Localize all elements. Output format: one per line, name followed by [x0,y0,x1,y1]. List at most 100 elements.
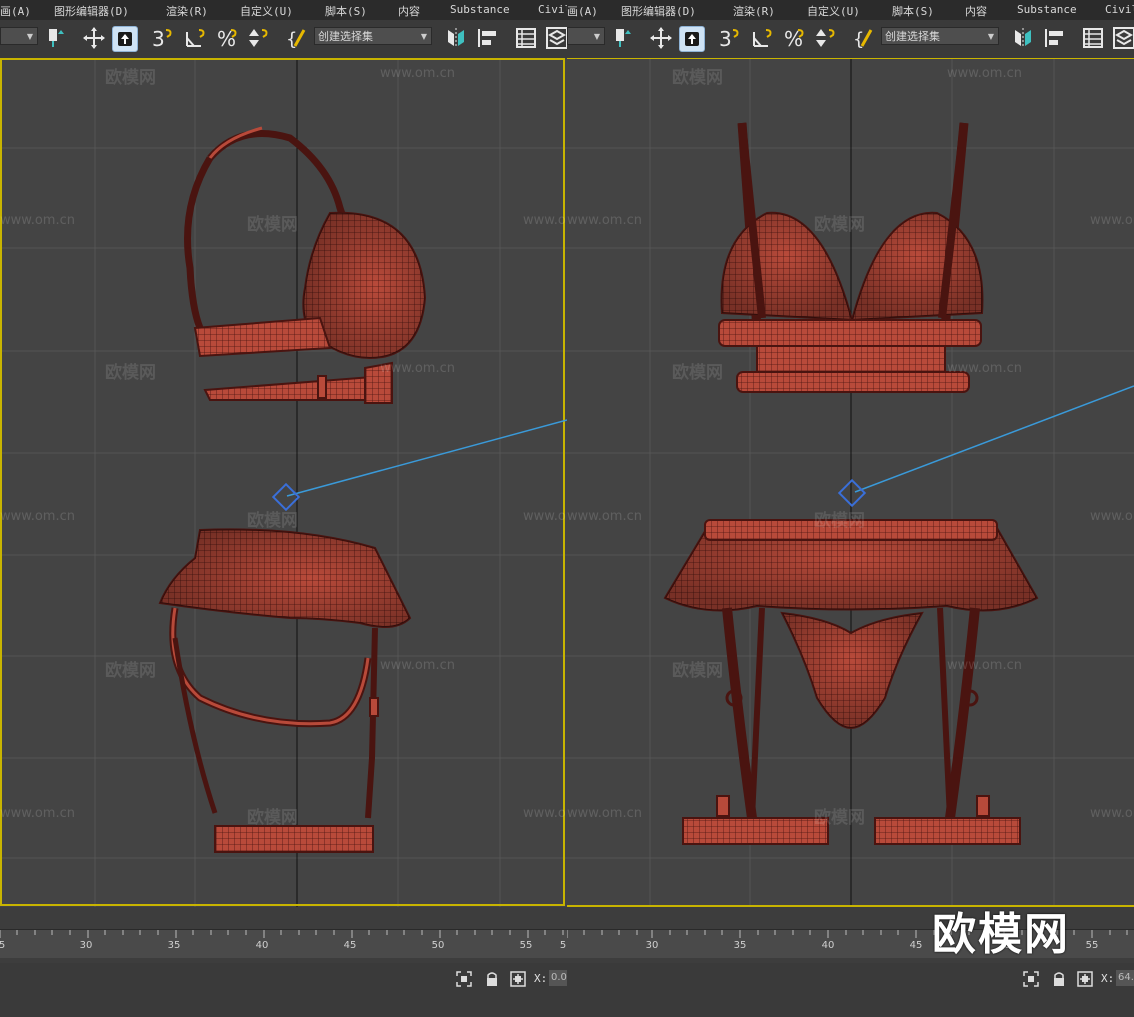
menu-item-customize[interactable]: 自定义(U) [240,3,293,19]
watermark-brand: 欧模网 [672,661,723,681]
mirror-icon[interactable] [444,26,468,50]
menu-item-graph-editors[interactable]: 图形编辑器(D) [621,3,696,19]
watermark-url: www.om.cn [380,361,455,376]
x-coordinate-field[interactable]: 64. [1116,970,1134,986]
watermark-url: www.om.cn [567,509,642,524]
select-object-icon[interactable] [679,26,705,52]
timeline-tick: 35 [733,940,747,951]
right-half: 画(A) 图形编辑器(D) 渲染(R) 自定义(U) 脚本(S) 内容 Subs… [567,0,1134,1017]
select-and-link-icon[interactable] [44,26,68,50]
mirror-icon[interactable] [1011,26,1035,50]
time-slider[interactable]: 5 30 35 40 45 50 55 5 [0,907,567,963]
main-toolbar: ▼ 3 % { 创建选择集 ▼ [0,20,567,59]
watermark-brand: 欧模网 [247,215,298,235]
menu-item-rendering[interactable]: 渲染(R) [733,3,775,19]
watermark-brand: 欧模网 [105,363,156,383]
watermark-brand: 欧模网 [672,363,723,383]
menu-item-content[interactable]: 内容 [965,3,987,19]
isolate-selection-icon[interactable] [456,971,472,987]
menu-item-animation[interactable]: 画(A) [567,3,598,19]
timeline-tick: 5 [559,940,567,951]
watermark-url: www.om.cn [1090,806,1134,821]
menu-item-scripting[interactable]: 脚本(S) [325,3,367,19]
menu-item-scripting[interactable]: 脚本(S) [892,3,934,19]
menu-item-civil[interactable]: Civil [1105,3,1134,16]
named-selection-set-label: 创建选择集 [318,30,373,43]
timeline-tick: 55 [519,940,533,951]
right-viewport[interactable]: 欧模网 www.om.cn 欧模网 www.om.cn www.om.cn 欧模… [567,58,1134,907]
edit-named-selection-icon[interactable]: { [853,26,877,50]
lock-icon[interactable] [1051,971,1067,987]
absolute-mode-icon[interactable] [510,971,526,987]
move-icon[interactable] [82,26,106,50]
spinner-snap-icon[interactable] [246,26,270,50]
timeline-tick: 5 [0,940,6,951]
svg-text:3: 3 [719,27,732,50]
angle-snap-icon[interactable] [751,26,775,50]
watermark-url: www.om.cn [523,509,567,524]
timeline-tick: 45 [343,940,357,951]
snaps-toggle-icon[interactable]: 3 [717,26,741,50]
layer-explorer-icon[interactable] [1112,26,1134,50]
watermark-brand: 欧模网 [672,68,723,88]
watermark-url: www.om.cn [947,361,1022,376]
snaps-toggle-icon[interactable]: 3 [150,26,174,50]
layer-explorer-icon[interactable] [545,26,567,50]
timeline-tick: 40 [821,940,835,951]
status-bar: X: 0.0 [0,963,567,1017]
watermark-brand: 欧模网 [105,661,156,681]
menu-item-substance[interactable]: Substance [450,3,510,16]
menu-item-customize[interactable]: 自定义(U) [807,3,860,19]
menu-item-substance[interactable]: Substance [1017,3,1077,16]
svg-text:{: { [853,29,864,50]
menu-item-content[interactable]: 内容 [398,3,420,19]
watermark-url: www.om.cn [380,66,455,81]
x-coordinate-label: X: [1101,972,1115,985]
move-icon[interactable] [649,26,673,50]
percent-snap-icon[interactable]: % [216,26,240,50]
x-coordinate-field[interactable]: 0.0 [549,970,567,986]
watermark-url: www.om.cn [947,66,1022,81]
pivot-gizmo[interactable] [837,478,867,508]
watermark-url: www.om.cn [0,806,75,821]
watermark-url: www.om.cn [1090,213,1134,228]
edit-named-selection-icon[interactable]: { [286,26,310,50]
angle-snap-icon[interactable] [184,26,208,50]
timeline-tick: 55 [1085,940,1099,951]
menu-bar: 画(A) 图形编辑器(D) 渲染(R) 自定义(U) 脚本(S) 内容 Subs… [567,0,1134,20]
watermark-brand: 欧模网 [247,511,298,531]
timeline-tick: 35 [167,940,181,951]
left-viewport[interactable]: 欧模网 www.om.cn 欧模网 www.om.cn www.om.cn 欧模… [0,58,567,907]
menu-item-graph-editors[interactable]: 图形编辑器(D) [54,3,129,19]
menu-item-animation[interactable]: 画(A) [0,3,31,19]
watermark-url: www.om.cn [0,509,75,524]
watermark-brand: 欧模网 [814,511,865,531]
left-half: 画(A) 图形编辑器(D) 渲染(R) 自定义(U) 脚本(S) 内容 Subs… [0,0,567,1017]
main-toolbar: ▼ 3 % { 创建选择集 ▼ [567,20,1134,59]
menu-item-civil[interactable]: Civil [538,3,567,16]
menu-item-rendering[interactable]: 渲染(R) [166,3,208,19]
align-icon[interactable] [476,26,500,50]
x-coordinate-label: X: [534,972,548,985]
named-selection-set-dropdown[interactable]: 创建选择集 ▼ [314,27,432,45]
track-bar[interactable]: 5 30 35 40 45 50 55 5 [0,929,567,958]
watermark-url: www.om.cn [523,806,567,821]
selection-filter-dropdown[interactable]: ▼ [567,27,605,45]
watermark-brand: 欧模网 [247,808,298,828]
watermark-url: www.om.cn [1090,509,1134,524]
scene-explorer-icon[interactable] [1081,26,1105,50]
align-icon[interactable] [1043,26,1067,50]
select-object-icon[interactable] [112,26,138,52]
isolate-selection-icon[interactable] [1023,971,1039,987]
lock-icon[interactable] [484,971,500,987]
scene-explorer-icon[interactable] [514,26,538,50]
watermark-brand: 欧模网 [814,808,865,828]
percent-snap-icon[interactable]: % [783,26,807,50]
selection-filter-dropdown[interactable]: ▼ [0,27,38,45]
watermark-url: www.om.cn [523,213,567,228]
named-selection-set-dropdown[interactable]: 创建选择集 ▼ [881,27,999,45]
absolute-mode-icon[interactable] [1077,971,1093,987]
spinner-snap-icon[interactable] [813,26,837,50]
named-selection-set-label: 创建选择集 [885,30,940,43]
select-and-link-icon[interactable] [611,26,635,50]
